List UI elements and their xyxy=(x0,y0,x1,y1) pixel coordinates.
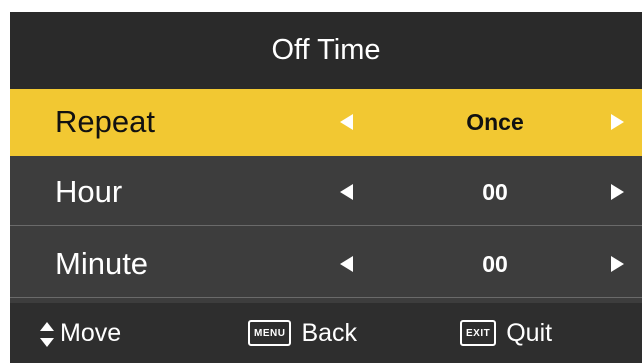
menu-title: Off Time xyxy=(271,34,381,66)
quit-hint: EXIT Quit xyxy=(460,303,552,363)
move-hint-label: Move xyxy=(60,318,122,347)
row-value-hour: 00 xyxy=(482,178,508,205)
menu-row-hour[interactable]: Hour 00 xyxy=(10,159,642,226)
menu-row-minute[interactable]: Minute 00 xyxy=(10,231,642,298)
arrow-left-icon[interactable] xyxy=(340,256,353,272)
row-label-hour: Hour xyxy=(55,174,123,209)
arrow-left-icon[interactable] xyxy=(340,114,353,130)
arrow-left-icon[interactable] xyxy=(340,184,353,200)
menu-key-icon: MENU xyxy=(248,320,292,346)
off-time-menu: Off Time Repeat Once Hour 00 Minute 00 M… xyxy=(10,12,642,363)
menu-title-bar: Off Time xyxy=(10,12,642,89)
move-hint: Move xyxy=(40,303,121,363)
arrow-right-icon[interactable] xyxy=(611,184,624,200)
row-label-minute: Minute xyxy=(55,246,149,281)
row-value-repeat: Once xyxy=(466,108,524,135)
row-label-repeat: Repeat xyxy=(55,104,155,139)
row-value-minute: 00 xyxy=(482,250,508,277)
back-hint: MENU Back xyxy=(248,303,357,363)
arrow-right-icon[interactable] xyxy=(611,256,624,272)
up-down-arrows-icon xyxy=(40,318,54,348)
back-hint-label: Back xyxy=(301,318,358,347)
footer-hints: Move MENU Back EXIT Quit xyxy=(10,303,642,363)
exit-key-icon: EXIT xyxy=(460,320,497,346)
menu-row-repeat[interactable]: Repeat Once xyxy=(10,89,642,156)
arrow-right-icon[interactable] xyxy=(611,114,624,130)
quit-hint-label: Quit xyxy=(506,318,553,347)
